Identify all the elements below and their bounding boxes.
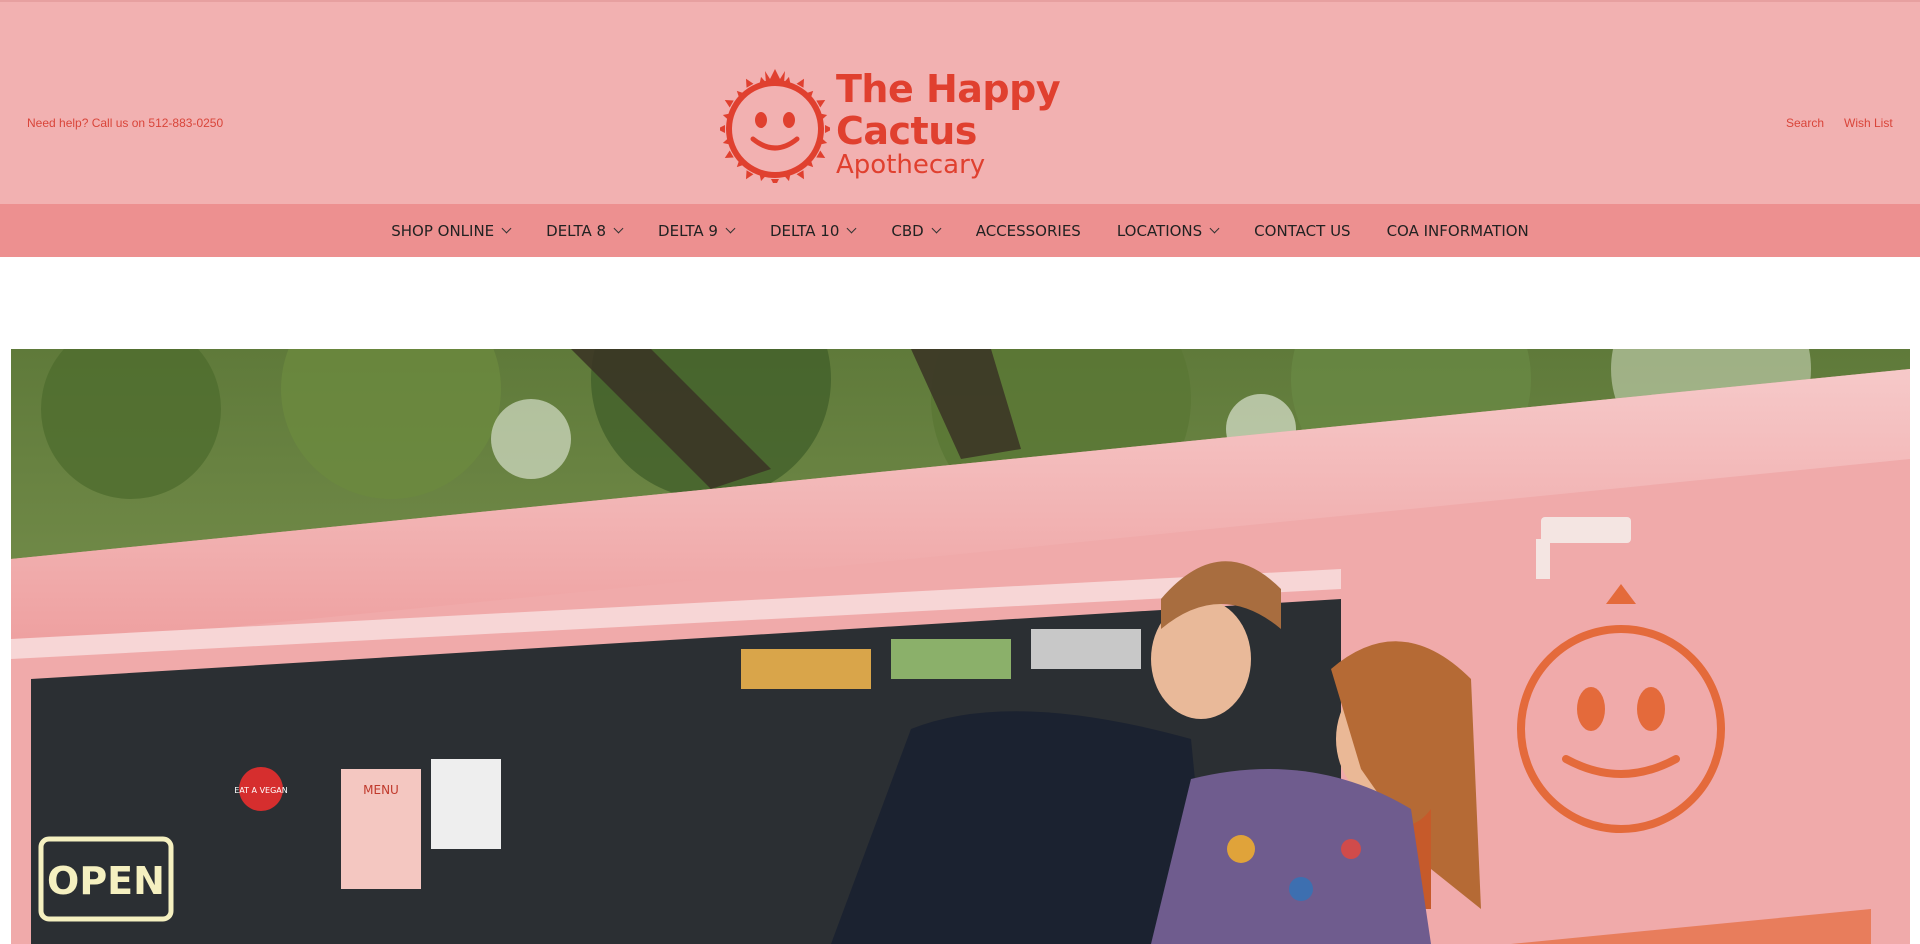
main-navigation: SHOP ONLINE DELTA 8 DELTA 9 DELTA 10 CBD… — [0, 204, 1920, 257]
nav-label: ACCESSORIES — [975, 221, 1081, 240]
logo-text: The Happy Cactus Apothecary — [836, 68, 1205, 180]
sticker-text: EAT A VEGAN — [234, 786, 288, 795]
nav-item-delta-8[interactable]: DELTA 8 — [546, 221, 624, 240]
nav-label: DELTA 10 — [769, 221, 840, 240]
nav-item-shop-online[interactable]: SHOP ONLINE — [391, 221, 512, 240]
nav-label: CBD — [891, 221, 924, 240]
open-sign: OPEN — [47, 859, 165, 903]
chevron-down-icon — [1209, 223, 1220, 234]
chevron-down-icon — [613, 223, 624, 234]
site-logo[interactable]: The Happy Cactus Apothecary — [720, 65, 1205, 183]
search-link[interactable]: Search — [1786, 116, 1824, 130]
site-header: Need help? Call us on 512-883-0250 The H… — [0, 0, 1920, 204]
nav-label: LOCATIONS — [1116, 221, 1203, 240]
chevron-down-icon — [846, 223, 857, 234]
nav-label: DELTA 8 — [546, 221, 607, 240]
storefront-photo: OPEN MENU EAT A VEGAN — [11, 349, 1910, 944]
nav-label: SHOP ONLINE — [391, 221, 495, 240]
nav-item-delta-9[interactable]: DELTA 9 — [658, 221, 736, 240]
nav-item-accessories[interactable]: ACCESSORIES — [976, 222, 1081, 240]
chevron-down-icon — [501, 223, 512, 234]
nav-item-contact-us[interactable]: CONTACT US — [1254, 222, 1350, 240]
logo-title: The Happy Cactus — [836, 67, 1061, 153]
help-phone-link[interactable]: Need help? Call us on 512-883-0250 — [27, 116, 223, 130]
nav-item-delta-10[interactable]: DELTA 10 — [769, 221, 857, 240]
menu-sign: MENU — [363, 783, 399, 797]
smiling-sun-logo-icon — [720, 69, 830, 183]
logo-subtitle: Apothecary — [836, 150, 986, 180]
nav-item-cbd[interactable]: CBD — [891, 221, 942, 240]
chevron-down-icon — [931, 223, 942, 234]
hero-banner-image[interactable]: OPEN MENU EAT A VEGAN — [11, 349, 1910, 944]
nav-item-coa-information[interactable]: COA INFORMATION — [1387, 222, 1529, 240]
nav-label: CONTACT US — [1254, 221, 1351, 240]
wish-list-link[interactable]: Wish List — [1844, 116, 1893, 130]
nav-item-locations[interactable]: LOCATIONS — [1116, 221, 1220, 240]
nav-label: COA INFORMATION — [1386, 221, 1529, 240]
nav-label: DELTA 9 — [658, 221, 718, 240]
chevron-down-icon — [725, 223, 736, 234]
